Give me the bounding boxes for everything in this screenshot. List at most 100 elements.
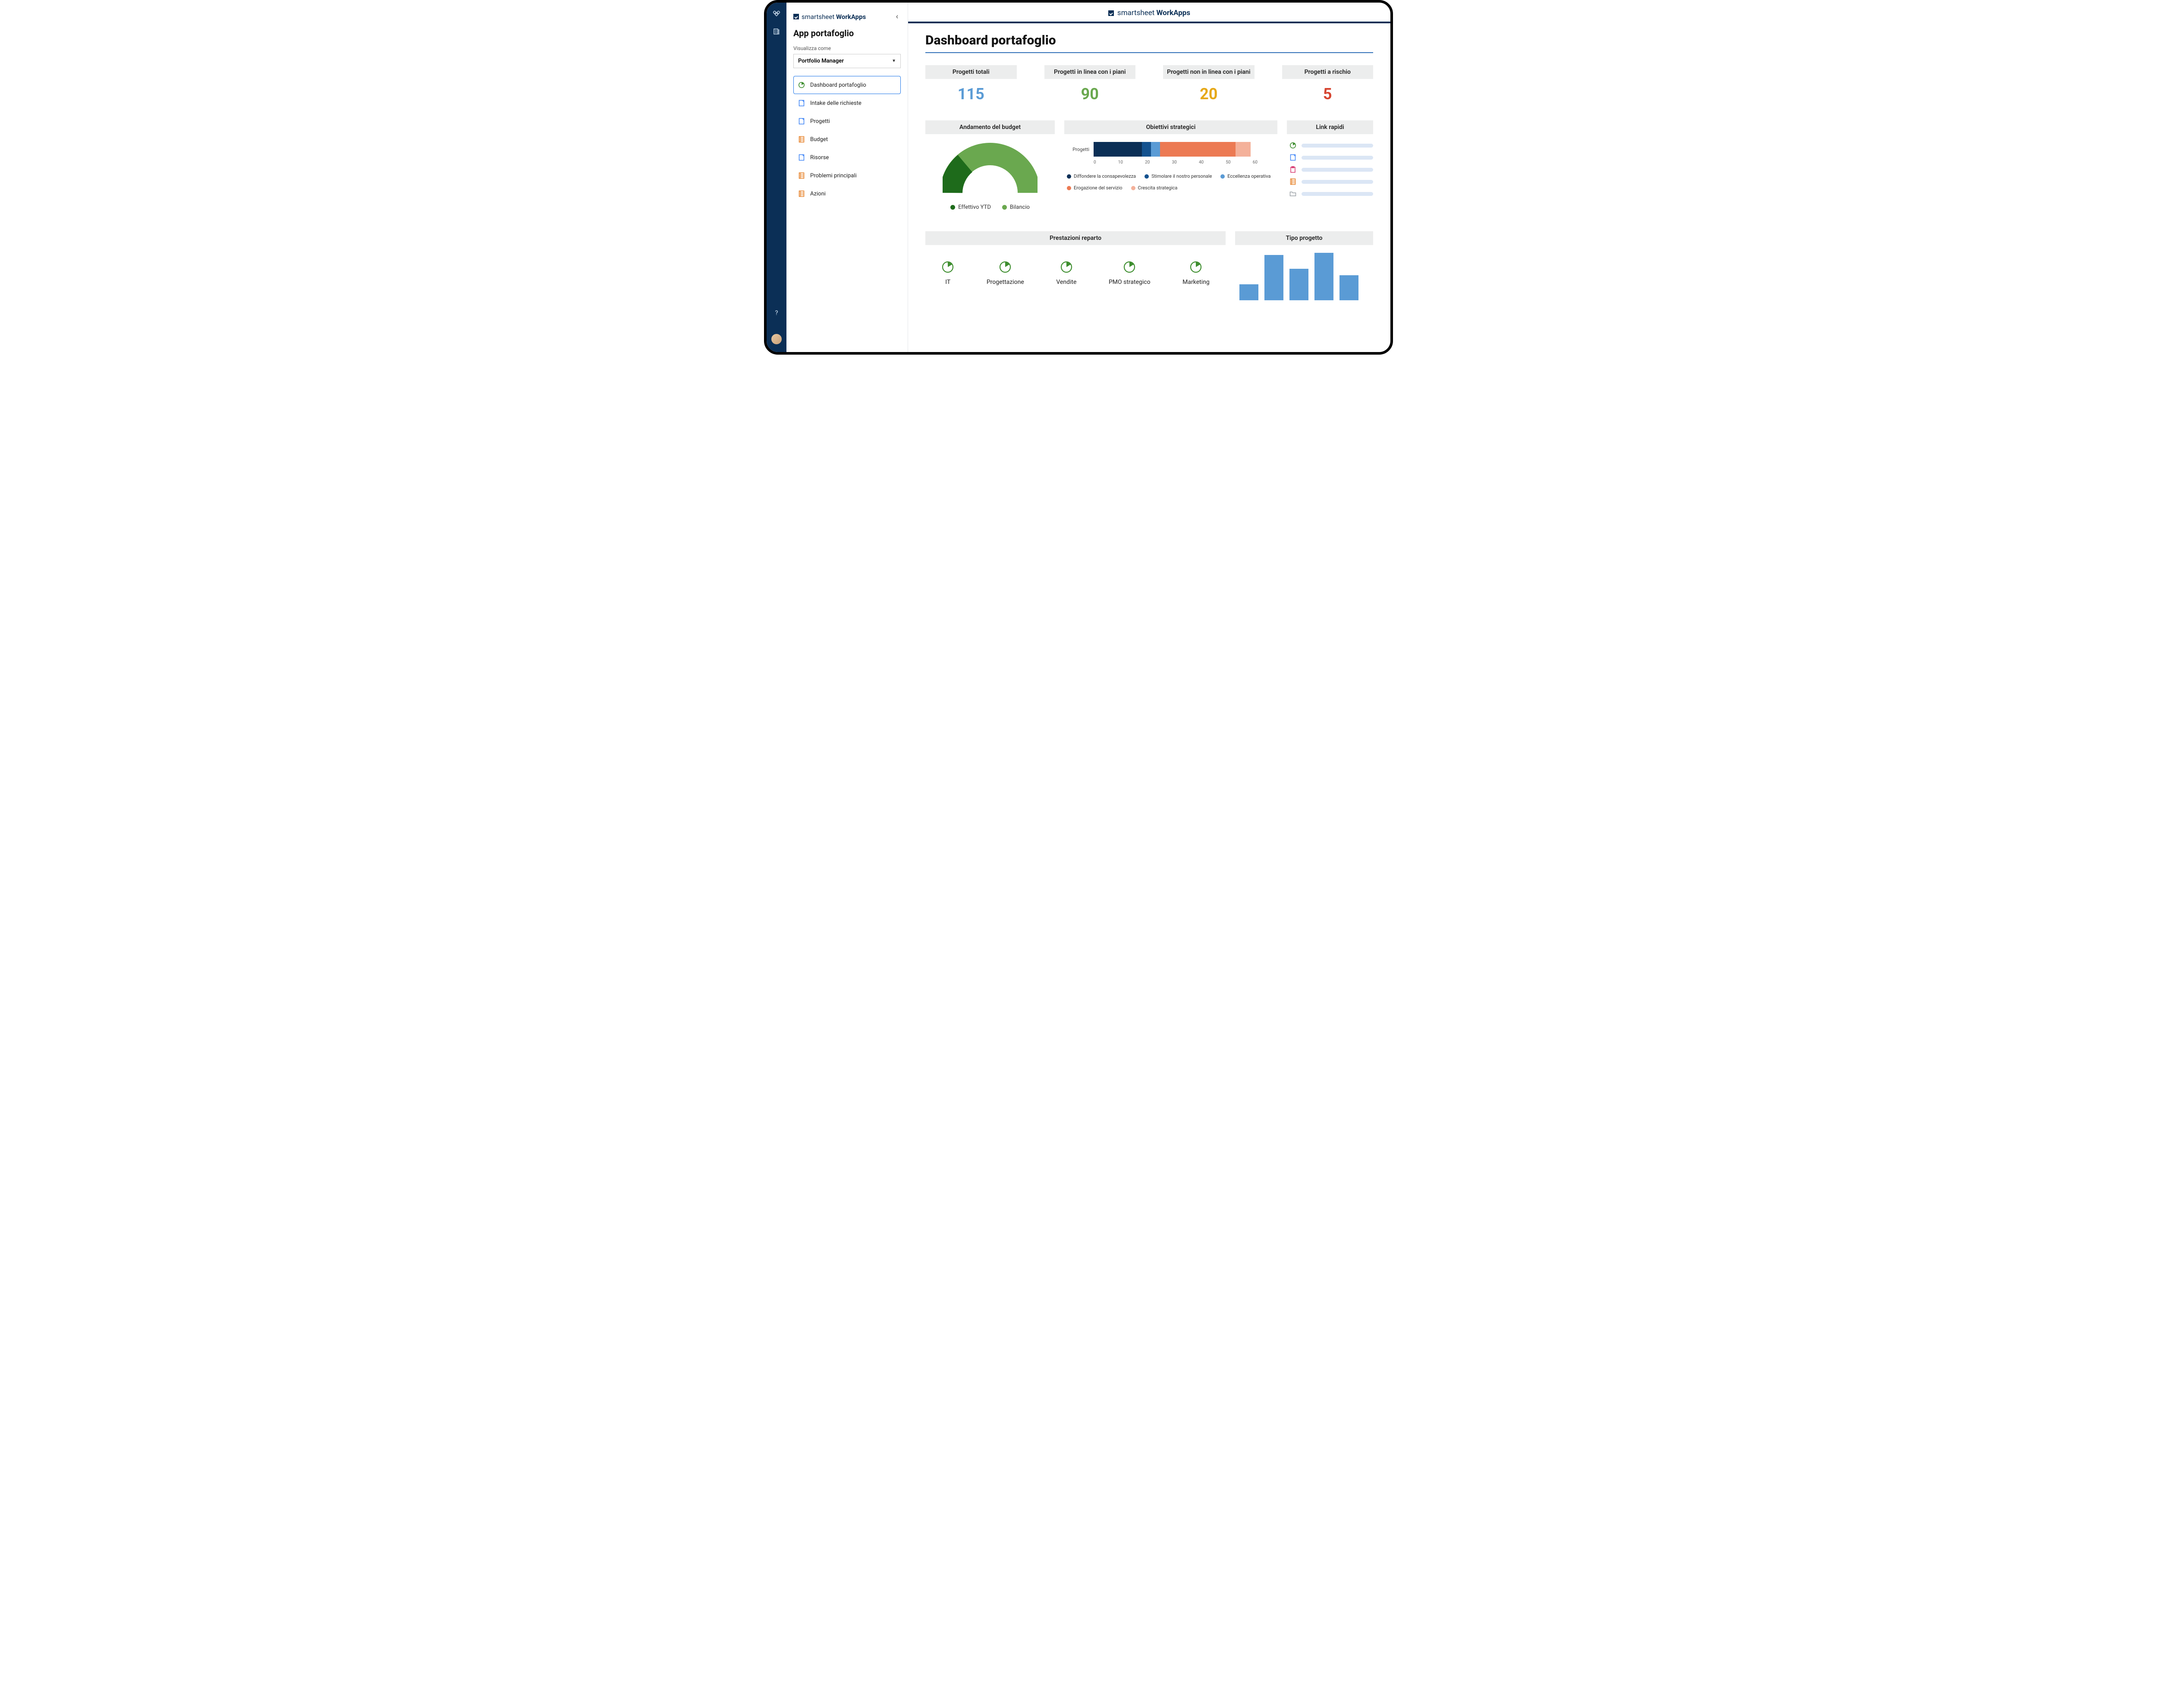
quick-link-2[interactable] [1289,166,1373,173]
placeholder-bar [1302,168,1373,172]
department-item[interactable]: Progettazione [987,261,1024,286]
department-label: Marketing [1182,279,1210,286]
department-item[interactable]: Vendite [1056,261,1076,286]
bar-segment [1151,142,1160,157]
kpi-2: Progetti non in linea con i piani20 [1163,65,1255,103]
legend-dot-icon [950,205,955,210]
sidebar-item-label: Problemi principali [810,173,857,179]
ledger-icon [798,190,805,197]
axis-tick: 60 [1253,160,1258,165]
forms-icon[interactable] [773,28,780,35]
sidebar: smartsheet WorkApps ‹ App portafoglio Vi… [786,3,908,352]
kpi-label: Progetti a rischio [1282,65,1374,79]
legend-item: Bilancio [1002,204,1030,211]
pie-icon [798,82,805,88]
kpi-3: Progetti a rischio5 [1282,65,1374,103]
collapse-sidebar-button[interactable]: ‹ [893,11,901,22]
kpi-label: Progetti totali [925,65,1017,79]
sidebar-item-0[interactable]: Dashboard portafoglio [793,76,901,94]
legend-dot-icon [1131,186,1135,190]
kpi-value: 115 [925,85,1017,103]
sidebar-item-4[interactable]: Risorse [793,148,901,167]
legend-item: Effettivo YTD [950,204,991,211]
sidebar-item-label: Intake delle richieste [810,100,862,107]
sidebar-item-3[interactable]: Budget [793,130,901,148]
sidebar-item-label: Dashboard portafoglio [810,82,866,88]
quick-link-0[interactable] [1289,142,1373,149]
bar-segment [1142,142,1151,157]
brand-check-icon [1108,10,1114,16]
kpi-label: Progetti in linea con i piani [1044,65,1136,79]
departments-widget: Prestazioni reparto ITProgettazioneVendi… [925,231,1226,300]
legend-dot-icon [1067,174,1071,179]
sidebar-item-label: Azioni [810,191,826,197]
help-icon[interactable]: ? [775,309,778,317]
department-item[interactable]: Marketing [1182,261,1210,286]
sidebar-item-5[interactable]: Problemi principali [793,167,901,185]
bar-segment [1236,142,1251,157]
quick-links-list [1287,142,1373,197]
objectives-widget: Obiettivi strategici Progetti 0102030405… [1064,120,1277,211]
quick-link-4[interactable] [1289,190,1373,197]
project-type-bars [1235,253,1373,300]
sidebar-item-2[interactable]: Progetti [793,112,901,130]
placeholder-bar [1302,144,1373,148]
pie-icon [1060,261,1073,274]
budget-title: Andamento del budget [925,120,1055,134]
kpi-1: Progetti in linea con i piani 90 [1044,65,1136,103]
kpi-value: 20 [1163,85,1255,103]
department-item[interactable]: PMO strategico [1109,261,1151,286]
axis-tick: 50 [1226,160,1230,165]
pie-icon [941,261,954,274]
sidebar-nav: Dashboard portafoglio Intake delle richie… [793,76,901,203]
bar-segment [1160,142,1236,157]
ledger-icon [798,172,805,179]
main-header: smartsheet WorkApps [908,3,1390,22]
folder-icon [1289,190,1296,197]
bar [1239,284,1258,300]
legend-item: Eccellenza operativa [1220,173,1270,179]
apps-icon[interactable] [773,10,780,18]
legend-dot-icon [1067,186,1071,190]
pie-icon [1189,261,1202,274]
bar [1264,255,1283,300]
quick-link-3[interactable] [1289,178,1373,185]
objectives-bar [1094,142,1275,157]
objectives-row-label: Progetti [1067,147,1089,152]
objectives-legend: Diffondere la consapevolezzaStimolare il… [1067,173,1275,191]
sheet-icon [1289,154,1296,161]
sidebar-item-6[interactable]: Azioni [793,185,901,203]
brand-check-icon [793,14,799,19]
clipboard-icon [1289,166,1296,173]
budget-gauge [943,142,1038,194]
avatar[interactable] [770,333,783,345]
ledger-icon [798,136,805,143]
axis-tick: 10 [1118,160,1123,165]
app-title: App portafoglio [793,28,901,38]
caret-down-icon: ▼ [892,59,896,63]
bar [1339,275,1358,300]
kpi-value: 90 [1044,85,1136,103]
sidebar-item-1[interactable]: Intake delle richieste [793,94,901,112]
quick-links-title: Link rapidi [1287,120,1373,134]
sheet-icon [798,154,805,161]
legend-dot-icon [1220,174,1225,179]
pie-icon [999,261,1012,274]
left-rail: ? [767,3,786,352]
bar [1289,269,1308,300]
sidebar-item-label: Risorse [810,154,829,161]
department-label: PMO strategico [1109,279,1151,286]
legend-item: Crescita strategica [1131,185,1178,191]
role-select[interactable]: Portfolio Manager▼ [793,54,901,68]
department-item[interactable]: IT [941,261,954,286]
placeholder-bar [1302,156,1373,160]
sidebar-item-label: Progetti [810,118,830,125]
axis-tick: 30 [1172,160,1177,165]
departments-row: IT Progettazione Vendite PMO strategico Mark… [925,253,1226,286]
sidebar-brand: smartsheet WorkApps [793,13,866,21]
pie-icon [1123,261,1136,274]
sheet-icon [798,118,805,125]
kpi-row: Progetti totali 115 Progetti in linea con … [925,65,1373,103]
quick-link-1[interactable] [1289,154,1373,161]
view-as-label: Visualizza come [793,45,901,51]
